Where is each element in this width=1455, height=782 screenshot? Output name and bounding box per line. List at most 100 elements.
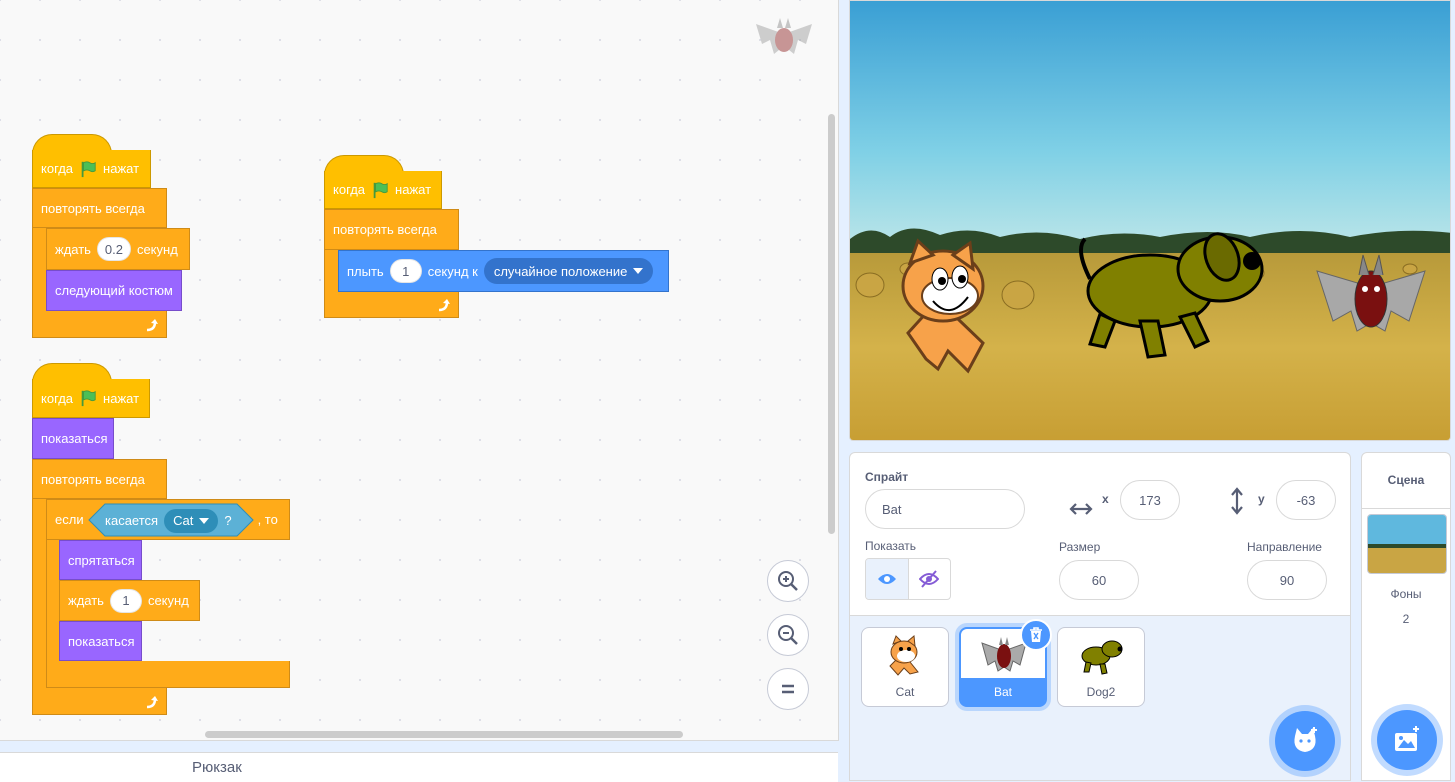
backpack-bar[interactable]: Рюкзак xyxy=(0,752,838,782)
zoom-in-icon xyxy=(778,571,798,591)
show-sprite-button[interactable] xyxy=(866,559,909,599)
zoom-out-button[interactable] xyxy=(767,614,809,656)
glide-seconds-input[interactable]: 1 xyxy=(389,259,422,283)
green-flag-icon xyxy=(81,160,96,177)
script-area[interactable]: когда нажат повторять всегда ждать 0.2 с… xyxy=(0,0,839,741)
glide-label: плыть xyxy=(347,263,384,279)
loop-arrow-icon xyxy=(146,319,158,332)
next-costume-label: следующий костюм xyxy=(55,283,173,298)
vertical-scrollbar[interactable] xyxy=(828,114,835,534)
loop-arrow-icon xyxy=(438,299,450,312)
vertical-arrows-icon xyxy=(1231,487,1243,515)
when-label: когда xyxy=(41,390,74,406)
trash-icon xyxy=(1030,627,1042,642)
hide-block[interactable]: спрятаться xyxy=(59,540,142,580)
zoom-reset-button[interactable] xyxy=(767,668,809,710)
sky xyxy=(850,1,1450,251)
y-input[interactable]: -63 xyxy=(1276,480,1336,520)
stage-title: Сцена xyxy=(1362,453,1450,509)
show-block[interactable]: показаться xyxy=(59,621,142,661)
glide-target-value: случайное положение xyxy=(493,263,628,279)
when-flag-clicked-block[interactable]: когда нажат xyxy=(324,171,442,209)
bat-thumbnail xyxy=(981,637,1027,672)
zoom-in-button[interactable] xyxy=(767,560,809,602)
eye-icon xyxy=(877,574,896,584)
show-label: Показать xyxy=(865,539,917,553)
forever-label: повторять всегда xyxy=(41,471,145,487)
sprite-name: Cat xyxy=(895,685,915,699)
forever-arm xyxy=(32,499,46,688)
hide-label: спрятаться xyxy=(68,552,135,568)
forever-label: повторять всегда xyxy=(41,200,145,216)
size-label: Размер xyxy=(1059,540,1101,554)
wait-seconds-input[interactable]: 0.2 xyxy=(96,237,131,261)
sprite-tile-dog2[interactable]: Dog2 xyxy=(1057,627,1145,707)
clicked-label: нажат xyxy=(103,161,140,176)
choose-sprite-button[interactable] xyxy=(1275,711,1335,771)
wait-seconds-input[interactable]: 1 xyxy=(109,588,142,613)
when-flag-clicked-block[interactable]: когда нажат xyxy=(32,379,150,418)
if-arm xyxy=(46,540,59,661)
clicked-label: нажат xyxy=(103,390,140,406)
size-input[interactable]: 60 xyxy=(1059,560,1139,600)
sprite-tile-cat[interactable]: Cat xyxy=(861,627,949,707)
wait-label: ждать xyxy=(55,241,91,257)
add-sprite-cat-icon xyxy=(1294,727,1317,752)
seconds-to-label: секунд к xyxy=(427,263,478,279)
touching-target-dropdown[interactable]: Cat xyxy=(164,508,219,533)
backdrops-label: Фоны xyxy=(1390,587,1422,601)
seconds-label: секунд xyxy=(136,241,178,257)
choose-backdrop-button[interactable] xyxy=(1377,710,1437,770)
forever-arm xyxy=(324,250,338,292)
loop-arrow-icon xyxy=(146,696,158,709)
y-label: y xyxy=(1258,492,1265,506)
if-then-block[interactable]: если касается Cat ? , то xyxy=(46,499,290,540)
forever-label: повторять всегда xyxy=(333,222,437,237)
green-flag-icon xyxy=(81,390,96,407)
backdrops-count: 2 xyxy=(1402,612,1410,626)
sprite-name: Bat xyxy=(961,678,1045,706)
stage-canvas[interactable] xyxy=(849,0,1451,441)
sprite-name-input[interactable]: Bat xyxy=(865,489,1025,529)
stage-scene xyxy=(850,1,1450,440)
wait-block[interactable]: ждать 1 секунд xyxy=(59,580,200,621)
x-label: x xyxy=(1102,492,1109,506)
direction-input[interactable]: 90 xyxy=(1247,560,1327,600)
question-mark: ? xyxy=(224,513,232,528)
dropdown-arrow-icon xyxy=(199,517,210,524)
direction-label: Направление xyxy=(1247,540,1322,554)
dropdown-arrow-icon xyxy=(633,268,644,274)
delete-sprite-button[interactable] xyxy=(1020,619,1052,651)
forever-arm xyxy=(32,228,46,311)
when-label: когда xyxy=(333,182,366,197)
forever-block[interactable]: повторять всегда xyxy=(32,459,167,499)
equals-icon xyxy=(782,684,794,694)
wait-block[interactable]: ждать 0.2 секунд xyxy=(46,228,190,270)
when-flag-clicked-block[interactable]: когда нажат xyxy=(32,150,151,188)
current-sprite-bat-icon xyxy=(756,18,812,54)
if-label: если xyxy=(55,512,84,527)
touching-label: касается xyxy=(105,513,159,528)
forever-block[interactable]: повторять всегда xyxy=(32,188,167,228)
clicked-label: нажат xyxy=(395,182,432,197)
sprite-name: Dog2 xyxy=(1086,685,1116,699)
cat-thumbnail xyxy=(889,635,919,676)
horizontal-scrollbar[interactable] xyxy=(205,731,683,738)
glide-target-dropdown[interactable]: случайное положение xyxy=(483,258,654,284)
x-input[interactable]: 173 xyxy=(1120,480,1180,520)
if-foot xyxy=(46,661,290,688)
sprite-info-panel: Спрайт Bat x 173 y -63 Показать Размер 6… xyxy=(849,452,1351,616)
hide-sprite-button[interactable] xyxy=(909,559,951,599)
show-block[interactable]: показаться xyxy=(32,418,114,459)
backdrop-thumbnail[interactable] xyxy=(1367,514,1447,574)
add-backdrop-icon xyxy=(1395,726,1419,751)
backpack-label: Рюкзак xyxy=(192,759,242,776)
forever-block[interactable]: повторять всегда xyxy=(324,209,459,250)
next-costume-block[interactable]: следующий костюм xyxy=(46,270,182,311)
stage-panel[interactable]: Сцена Фоны 2 xyxy=(1361,452,1451,781)
wait-label: ждать xyxy=(68,593,104,608)
glide-to-block[interactable]: плыть 1 секунд к случайное положение xyxy=(338,250,669,292)
sprite-label: Спрайт xyxy=(865,470,909,484)
dog-thumbnail xyxy=(1081,640,1123,675)
when-label: когда xyxy=(41,161,74,176)
